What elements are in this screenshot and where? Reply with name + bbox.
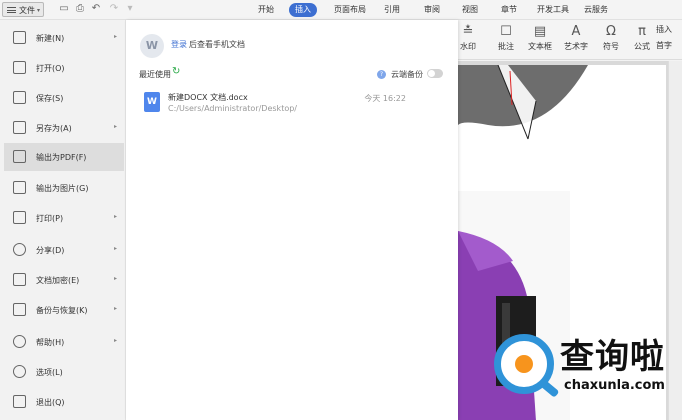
menu-item-export-image[interactable]: 输出为图片(G) [4,174,124,202]
chevron-right-icon: ▸ [113,33,117,40]
open-folder-icon [13,61,26,74]
share-icon [13,243,26,256]
gray-shape-image[interactable] [458,65,588,155]
file-menu-button[interactable]: 文件 ▾ [2,2,44,17]
chevron-right-icon: ▸ [113,123,117,130]
menu-item-save[interactable]: 保存(S) [4,84,124,112]
more-icon[interactable]: ▾ [124,3,136,15]
tab-cloud-service[interactable]: 云服务 [584,4,608,16]
pi-icon: π [638,24,646,39]
tab-insert[interactable]: 插入 [289,3,317,17]
tab-review[interactable]: 审阅 [424,4,440,16]
exit-icon [13,395,26,408]
menu-item-print[interactable]: 打印(P) ▸ [4,204,124,232]
site-watermark-logo: 查询啦 chaxunla.com [494,334,680,408]
magnifier-logo-icon [494,334,554,394]
menu-item-save-as[interactable]: 另存为(A) ▸ [4,114,124,142]
menu-item-help[interactable]: 帮助(H) ▸ [4,328,124,356]
gear-icon [13,365,26,378]
tab-section[interactable]: 章节 [501,4,517,16]
tab-references[interactable]: 引用 [384,4,400,16]
file-path: C:/Users/Administrator/Desktop/ [168,104,297,113]
omega-icon: Ω [606,24,616,39]
textbox-icon: ▤ [533,24,547,39]
help-icon [13,335,26,348]
watermark-en-text: chaxunla.com [564,378,665,393]
wordart-button[interactable]: A 艺术字 [564,23,588,52]
top-toolbar: 文件 ▾ ▭ ⎙ ↶ ↷ ▾ 开始 插入 页面布局 引用 审阅 视图 章节 开发… [0,0,682,20]
backup-icon [13,303,26,316]
tab-home[interactable]: 开始 [258,4,274,16]
menu-item-new[interactable]: 新建(N) ▸ [4,24,124,52]
menu-item-backup[interactable]: 备份与恢复(K) ▸ [4,296,124,324]
dropcap-button[interactable]: 首字 [656,40,672,51]
insert-object-button[interactable]: 插入 [656,24,672,35]
ribbon-insert: ≛ 水印 ☐ 批注 ▤ 文本框 A 艺术字 Ω 符号 π 公式 插入 首字 [458,20,682,60]
tab-page-layout[interactable]: 页面布局 [334,4,366,16]
print-icon [13,211,26,224]
export-pdf-icon [13,150,26,163]
comment-icon: ☐ [500,24,512,39]
comment-button[interactable]: ☐ 批注 [498,23,514,52]
hamburger-icon [7,7,16,13]
watermark-cn-text: 查询啦 [560,337,665,377]
cloud-backup-toggle[interactable] [427,69,443,78]
word-doc-icon: W [144,92,160,112]
save-icon[interactable]: ▭ [58,3,70,15]
tab-developer[interactable]: 开发工具 [537,4,569,16]
wps-logo-icon: W [140,34,164,58]
symbol-button[interactable]: Ω 符号 [603,23,619,52]
file-name: 新建DOCX 文档.docx [168,93,248,102]
login-hint-text: 后查看手机文档 [189,40,245,49]
menu-item-exit[interactable]: 退出(Q) [4,388,124,416]
file-time: 今天 16:22 [364,94,406,103]
menu-item-options[interactable]: 选项(L) [4,358,124,386]
watermark-icon: ≛ [462,24,474,39]
chevron-right-icon: ▸ [113,337,117,344]
help-icon[interactable]: ? [377,70,386,79]
save-icon [13,91,26,104]
recent-files-panel: W 登录 后查看手机文档 最近使用 ↻ ? 云端备份 W 新建DOCX 文档.d… [126,20,458,420]
menu-item-export-pdf[interactable]: 输出为PDF(F) [4,143,124,171]
save-as-icon [13,121,26,134]
menu-item-encrypt[interactable]: 文档加密(E) ▸ [4,266,124,294]
cloud-backup-label: 云端备份 [391,70,423,79]
export-image-icon [13,181,26,194]
watermark-button[interactable]: ≛ 水印 [460,23,476,52]
chevron-down-icon: ▾ [36,7,40,14]
chevron-right-icon: ▸ [113,305,117,312]
wordart-icon: A [571,24,581,39]
chevron-right-icon: ▸ [113,275,117,282]
formula-button[interactable]: π 公式 [634,23,650,52]
login-link[interactable]: 登录 [171,39,187,50]
menu-item-share[interactable]: 分享(D) ▸ [4,236,124,264]
file-menu-label: 文件 [19,6,35,15]
chevron-right-icon: ▸ [113,213,117,220]
chevron-right-icon: ▸ [113,245,117,252]
textbox-button[interactable]: ▤ 文本框 [528,23,552,52]
print-icon[interactable]: ⎙ [74,3,86,15]
refresh-icon[interactable]: ↻ [172,66,180,77]
file-menu: 新建(N) ▸ 打开(O) 保存(S) 另存为(A) ▸ 输出为PDF(F) 输… [0,20,126,420]
encrypt-icon [13,273,26,286]
list-item[interactable]: W 新建DOCX 文档.docx C:/Users/Administrator/… [126,86,458,120]
new-doc-icon [13,31,26,44]
tab-view[interactable]: 视图 [462,4,478,16]
recent-file-list: W 新建DOCX 文档.docx C:/Users/Administrator/… [126,86,458,120]
redo-icon[interactable]: ↷ [108,3,120,15]
undo-icon[interactable]: ↶ [90,3,102,15]
menu-item-open[interactable]: 打开(O) [4,54,124,82]
recent-label: 最近使用 [139,70,171,79]
